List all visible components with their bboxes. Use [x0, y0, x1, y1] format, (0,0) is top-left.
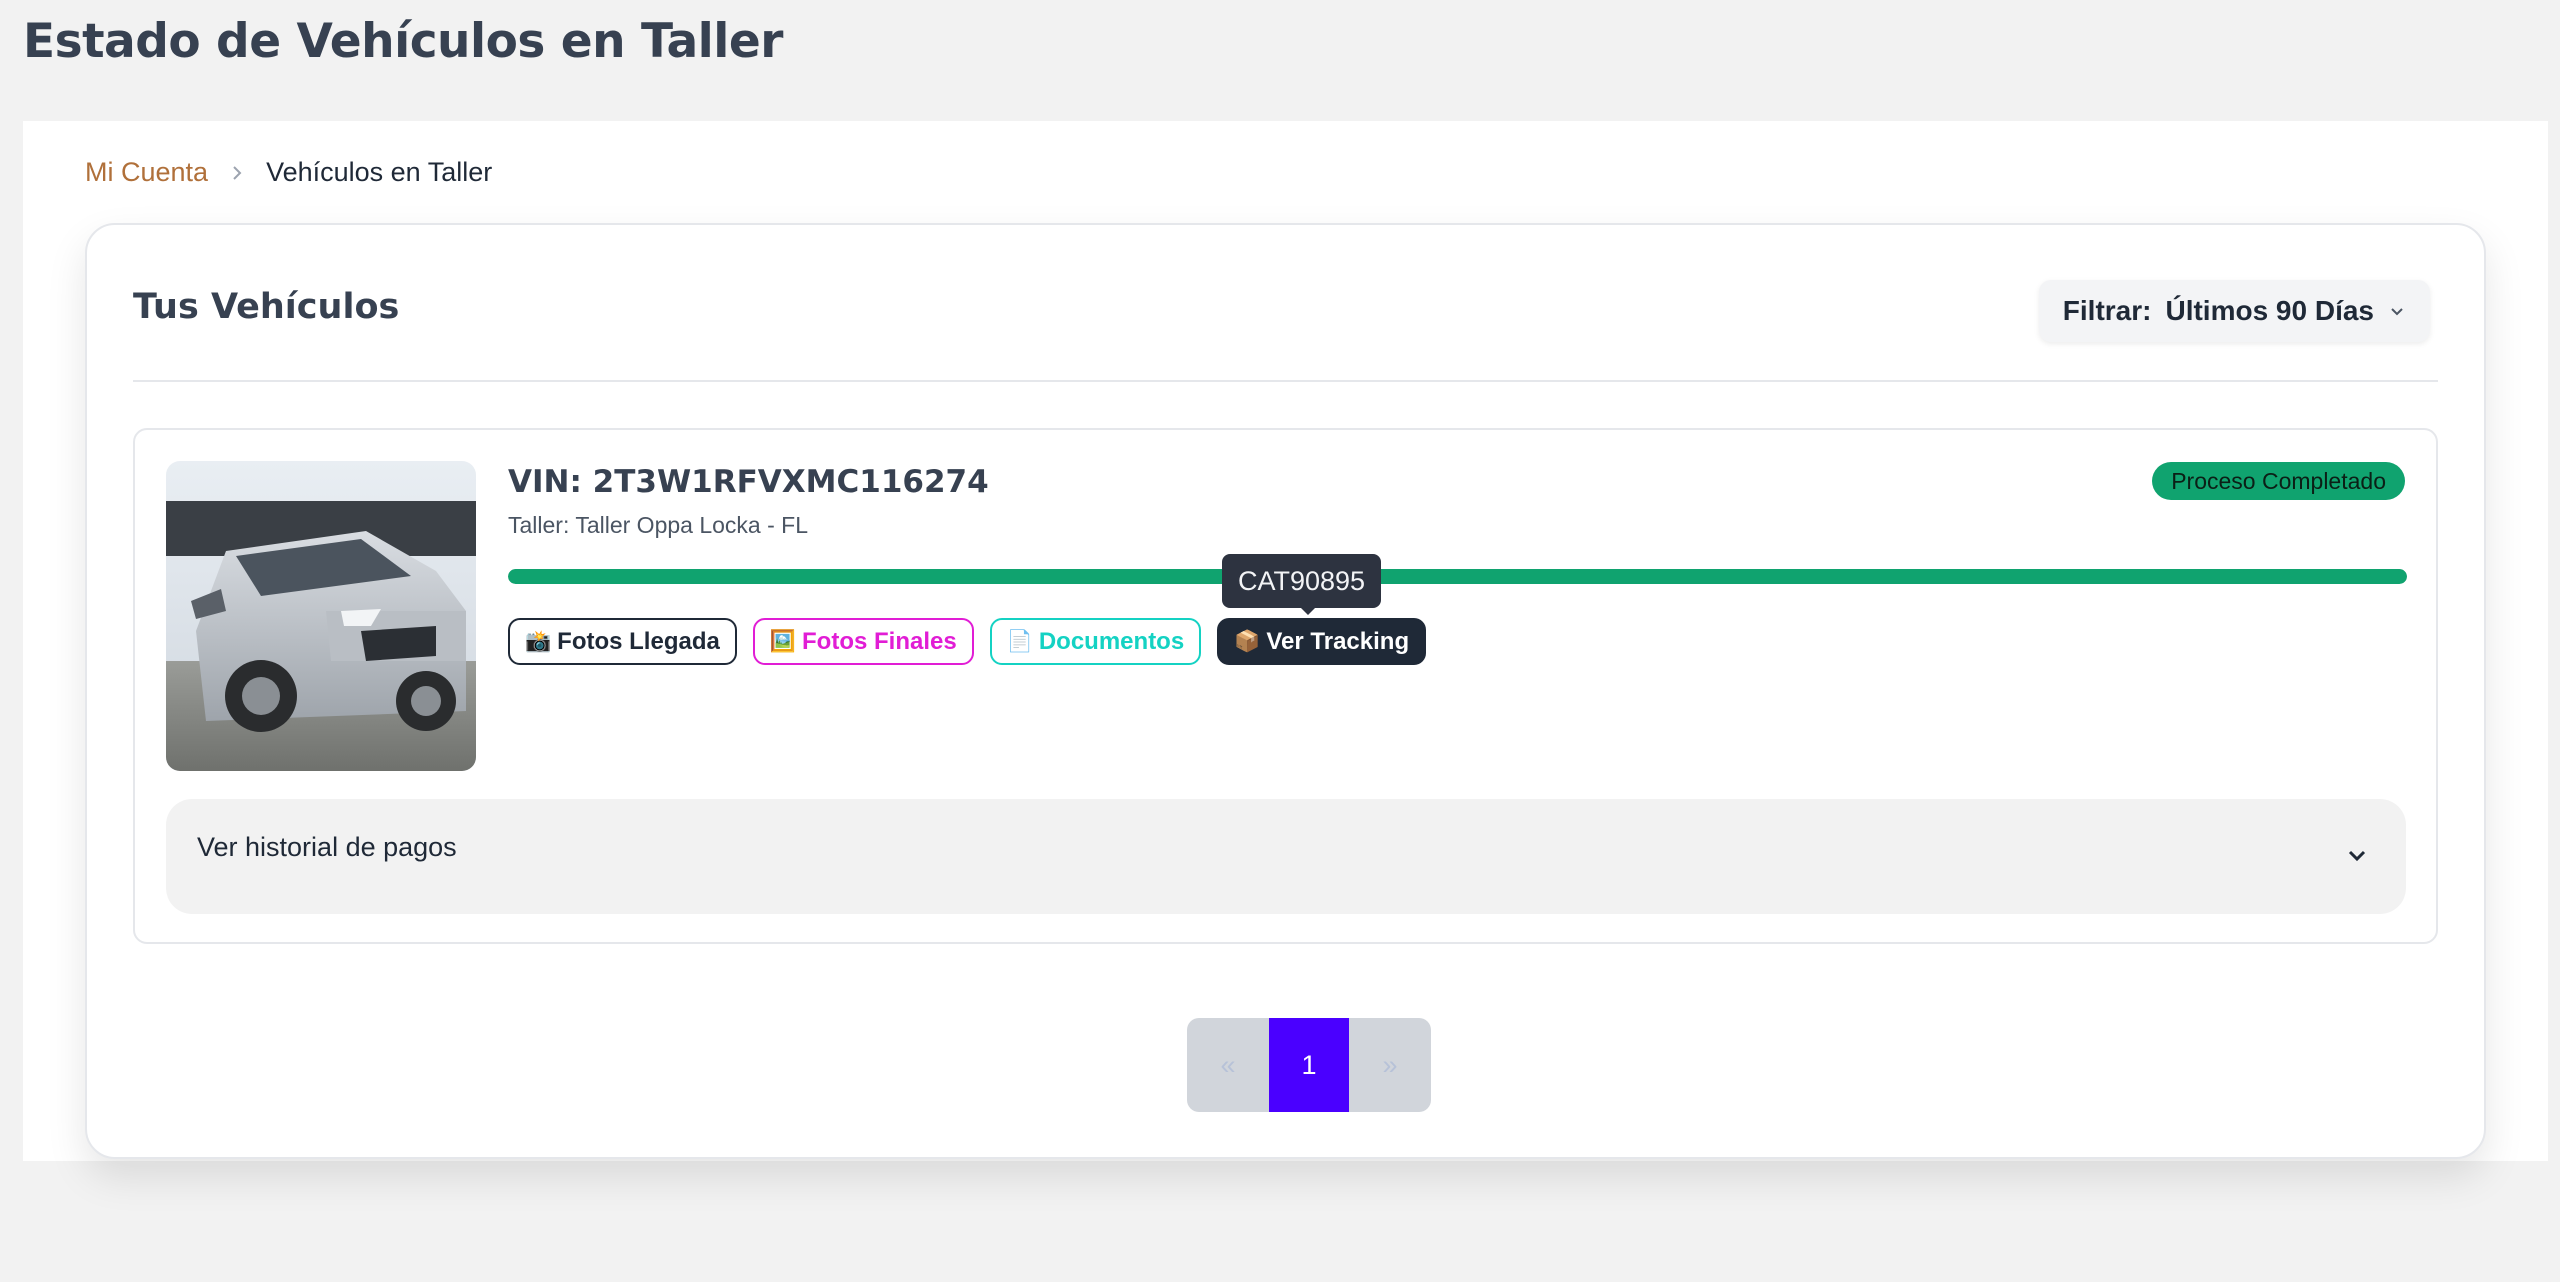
page-title: Estado de Vehículos en Taller [23, 14, 783, 69]
divider [133, 380, 2438, 382]
breadcrumb-current: Vehículos en Taller [266, 157, 493, 187]
vehicle-photo[interactable] [166, 461, 476, 771]
progress-bar [508, 569, 2407, 584]
tracking-tooltip: CAT90895 [1222, 554, 1382, 608]
pagination-page-button[interactable]: 1 [1269, 1018, 1349, 1112]
tracking-button[interactable]: 📦 Ver Tracking [1217, 618, 1427, 665]
vehicle-item: VIN: 2T3W1RFVXMC116274 Taller: Taller Op… [133, 428, 2438, 944]
pagination-next-button[interactable]: » [1349, 1018, 1431, 1112]
final-photos-label: Fotos Finales [802, 627, 957, 655]
documents-button[interactable]: 📄 Documentos [989, 618, 1202, 665]
payments-history-label: Ver historial de pagos [197, 832, 457, 862]
camera-icon: 📸 [525, 629, 552, 653]
filter-value: Últimos 90 Días [2165, 295, 2374, 326]
card-title: Tus Vehículos [133, 287, 400, 327]
tooltip-arrow [1299, 606, 1317, 615]
chevron-down-icon [2344, 843, 2370, 869]
breadcrumb: Mi Cuenta Vehículos en Taller [85, 157, 492, 188]
main-panel: Mi Cuenta Vehículos en Taller Tus Vehícu… [23, 121, 2548, 1161]
filter-dropdown[interactable]: Filtrar: Últimos 90 Días [2038, 280, 2430, 342]
payments-history-toggle[interactable]: Ver historial de pagos [166, 799, 2406, 914]
arrival-photos-button[interactable]: 📸 Fotos Llegada [508, 618, 737, 665]
tracking-label: Ver Tracking [1266, 627, 1410, 655]
filter-label: Filtrar: [2062, 295, 2152, 326]
vehicle-vin: VIN: 2T3W1RFVXMC116274 [508, 464, 989, 500]
chevron-down-icon [2388, 295, 2406, 327]
vehicles-card: Tus Vehículos Filtrar: Últimos 90 Días V… [85, 223, 2486, 1159]
chevron-right-icon [226, 162, 248, 184]
document-icon: 📄 [1006, 629, 1033, 653]
package-icon: 📦 [1234, 629, 1261, 653]
breadcrumb-link-mi-cuenta[interactable]: Mi Cuenta [85, 157, 208, 188]
vehicle-workshop: Taller: Taller Oppa Locka - FL [508, 512, 808, 538]
picture-icon: 🖼️ [769, 629, 796, 653]
status-badge: Proceso Completado [2152, 462, 2405, 500]
vehicle-actions: 📸 Fotos Llegada 🖼️ Fotos Finales 📄 Docum… [508, 618, 1427, 665]
documents-label: Documentos [1038, 627, 1185, 655]
final-photos-button[interactable]: 🖼️ Fotos Finales [752, 618, 974, 665]
pagination: « 1 » [1187, 1018, 1431, 1112]
progress-fill [508, 569, 2407, 584]
arrival-photos-label: Fotos Llegada [557, 627, 720, 655]
pagination-prev-button[interactable]: « [1187, 1018, 1269, 1112]
